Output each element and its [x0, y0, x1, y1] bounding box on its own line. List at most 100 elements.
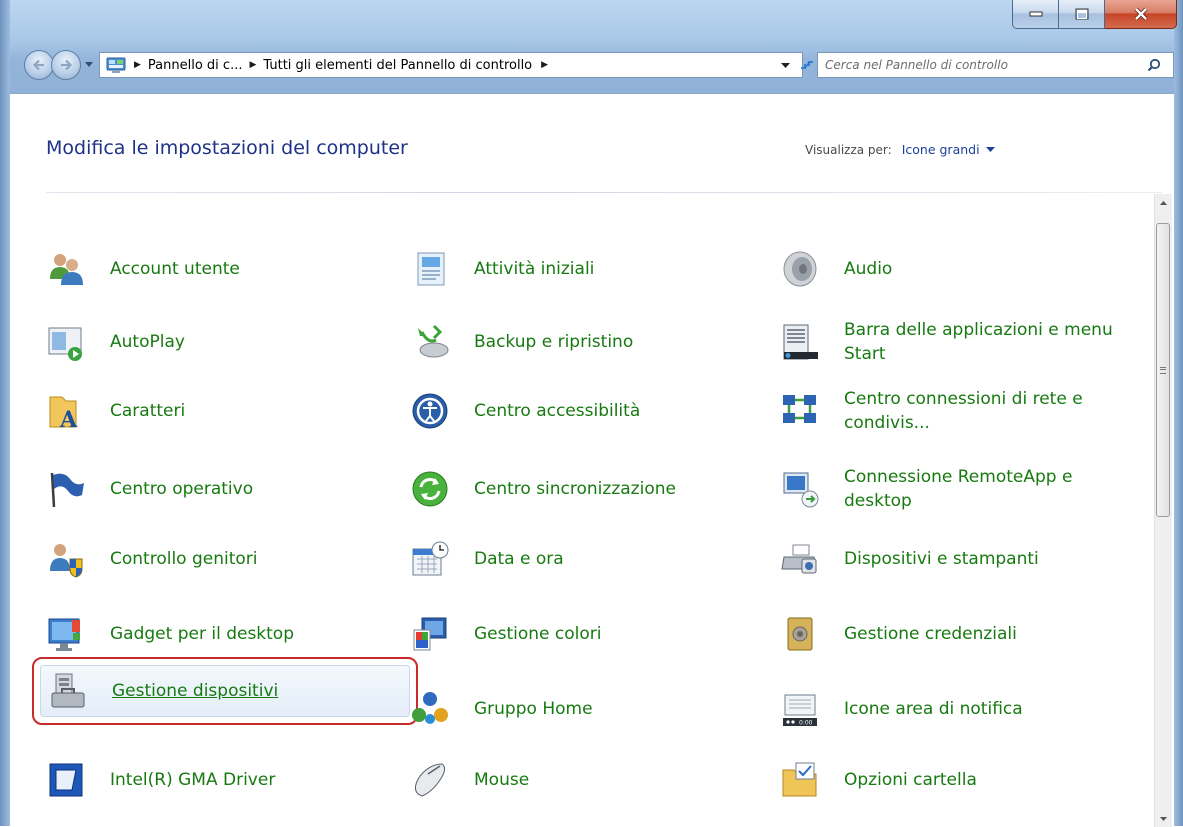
- item-backup-ripristino[interactable]: Backup e ripristino: [410, 311, 750, 373]
- users-icon: [46, 249, 86, 289]
- item-label: Dispositivi e stampanti: [844, 549, 1039, 569]
- breadcrumb-item[interactable]: Pannello di c...: [148, 58, 243, 73]
- color-management-icon: [410, 614, 450, 654]
- item-centro-operativo[interactable]: Centro operativo: [46, 458, 386, 520]
- breadcrumb-separator-icon[interactable]: ▶: [541, 60, 548, 70]
- chevron-down-icon: [780, 62, 790, 68]
- back-button[interactable]: [24, 50, 54, 80]
- item-mouse[interactable]: Mouse: [410, 749, 750, 811]
- sync-icon: [410, 469, 450, 509]
- forward-button[interactable]: [51, 50, 81, 80]
- address-history-button[interactable]: [778, 55, 792, 75]
- vertical-scrollbar[interactable]: [1154, 194, 1172, 827]
- remoteapp-icon: [780, 469, 820, 509]
- search-box[interactable]: [817, 52, 1174, 78]
- window-border-right: [1174, 0, 1183, 826]
- item-label: Gadget per il desktop: [110, 624, 295, 644]
- scroll-up-button[interactable]: [1155, 194, 1172, 211]
- taskbar-icon: [780, 322, 820, 362]
- arrow-up-icon: [1160, 200, 1167, 205]
- device-manager-icon: [48, 671, 88, 711]
- refresh-button[interactable]: [796, 52, 817, 78]
- item-label: Gestione dispositivi: [112, 681, 279, 701]
- item-label: Caratteri: [110, 401, 186, 421]
- item-label: Audio: [844, 259, 893, 279]
- backup-icon: [410, 322, 450, 362]
- item-label: Barra delle applicazioni e menu Start: [844, 320, 1113, 364]
- item-label: Mouse: [474, 770, 530, 790]
- item-label: Centro operativo: [110, 479, 254, 499]
- item-label: Icone area di notifica: [844, 699, 1023, 719]
- parental-controls-icon: [46, 539, 86, 579]
- gadgets-icon: [46, 614, 86, 654]
- caption-buttons: [1012, 0, 1177, 30]
- item-label: Attività iniziali: [474, 259, 595, 279]
- fonts-folder-icon: A: [46, 391, 86, 433]
- getting-started-icon: [410, 249, 450, 289]
- grip-icon: [1160, 366, 1166, 374]
- forward-arrow-icon: [61, 59, 73, 71]
- item-gestione-dispositivi[interactable]: Gestione dispositivi: [32, 657, 418, 725]
- content-pane: Modifica le impostazioni del computer Vi…: [10, 93, 1174, 827]
- item-label: AutoPlay: [110, 332, 185, 352]
- items-grid: Account utente Attività iniziali Audio A…: [10, 94, 1150, 827]
- item-label: Gestione credenziali: [844, 624, 1017, 644]
- item-label: Gestione colori: [474, 624, 602, 644]
- minimize-button[interactable]: [1012, 0, 1059, 29]
- item-connessione-remoteapp[interactable]: Connessione RemoteApp e desktop: [780, 458, 1140, 520]
- item-barra-applicazioni[interactable]: Barra delle applicazioni e menu Start: [780, 311, 1140, 373]
- address-bar[interactable]: ▶ Pannello di c... ▶ Tutti gli elementi …: [99, 52, 803, 78]
- close-icon: [1134, 7, 1147, 21]
- breadcrumb-separator-icon[interactable]: ▶: [249, 60, 256, 70]
- item-account-utente[interactable]: Account utente: [46, 238, 386, 300]
- chevron-down-icon: [85, 61, 93, 67]
- item-attivita-iniziali[interactable]: Attività iniziali: [410, 238, 750, 300]
- printer-icon: [780, 539, 820, 579]
- scroll-down-button[interactable]: [1155, 810, 1172, 827]
- autoplay-icon: [46, 322, 86, 362]
- action-center-flag-icon: [46, 469, 86, 509]
- item-label: Account utente: [110, 259, 240, 279]
- calendar-clock-icon: [410, 539, 450, 579]
- item-autoplay[interactable]: AutoPlay: [46, 311, 386, 373]
- item-label: Controllo genitori: [110, 549, 258, 569]
- maximize-button[interactable]: [1059, 0, 1105, 29]
- item-gestione-colori[interactable]: Gestione colori: [410, 603, 750, 665]
- item-label: Centro accessibilità: [474, 401, 641, 421]
- accessibility-icon: [410, 391, 450, 431]
- search-input[interactable]: [823, 57, 1142, 73]
- folder-options-icon: [780, 760, 820, 800]
- arrow-down-icon: [1160, 816, 1167, 821]
- minimize-icon: [1029, 11, 1042, 17]
- item-dispositivi-stampanti[interactable]: Dispositivi e stampanti: [780, 528, 1140, 590]
- item-audio[interactable]: Audio: [780, 238, 1120, 300]
- item-centro-connessioni[interactable]: Centro connessioni di rete e condivis...: [780, 380, 1140, 442]
- intel-gma-icon: [46, 760, 86, 800]
- svg-text:0:00: 0:00: [799, 720, 813, 727]
- scroll-thumb[interactable]: [1156, 223, 1170, 517]
- svg-text:A: A: [59, 407, 78, 431]
- item-gestione-credenziali[interactable]: Gestione credenziali: [780, 603, 1140, 665]
- search-button[interactable]: [1142, 53, 1166, 77]
- item-caratteri[interactable]: A Caratteri: [46, 380, 386, 442]
- refresh-icon: [800, 61, 813, 69]
- item-icone-area-notifica[interactable]: 0:00 Icone area di notifica: [780, 678, 1140, 740]
- item-centro-sincronizzazione[interactable]: Centro sincronizzazione: [410, 458, 750, 520]
- item-opzioni-cartella[interactable]: Opzioni cartella: [780, 749, 1140, 811]
- item-controllo-genitori[interactable]: Controllo genitori: [46, 528, 386, 590]
- recent-pages-button[interactable]: [83, 58, 95, 70]
- item-intel-gma-driver[interactable]: Intel(R) GMA Driver: [46, 749, 386, 811]
- item-gruppo-home[interactable]: Gruppo Home: [410, 678, 750, 740]
- breadcrumb-item[interactable]: Tutti gli elementi del Pannello di contr…: [263, 58, 532, 73]
- breadcrumb-separator-icon[interactable]: ▶: [134, 60, 141, 70]
- search-icon: [1147, 58, 1161, 72]
- back-arrow-icon: [32, 59, 44, 71]
- item-label: Backup e ripristino: [474, 332, 634, 352]
- item-data-ora[interactable]: Data e ora: [410, 528, 750, 590]
- item-gadget-desktop[interactable]: Gadget per il desktop: [46, 603, 386, 665]
- item-centro-accessibilita[interactable]: Centro accessibilità: [410, 380, 750, 442]
- close-button[interactable]: [1105, 0, 1177, 29]
- item-label: Data e ora: [474, 549, 564, 569]
- maximize-icon: [1075, 8, 1088, 20]
- network-icon: [780, 391, 820, 431]
